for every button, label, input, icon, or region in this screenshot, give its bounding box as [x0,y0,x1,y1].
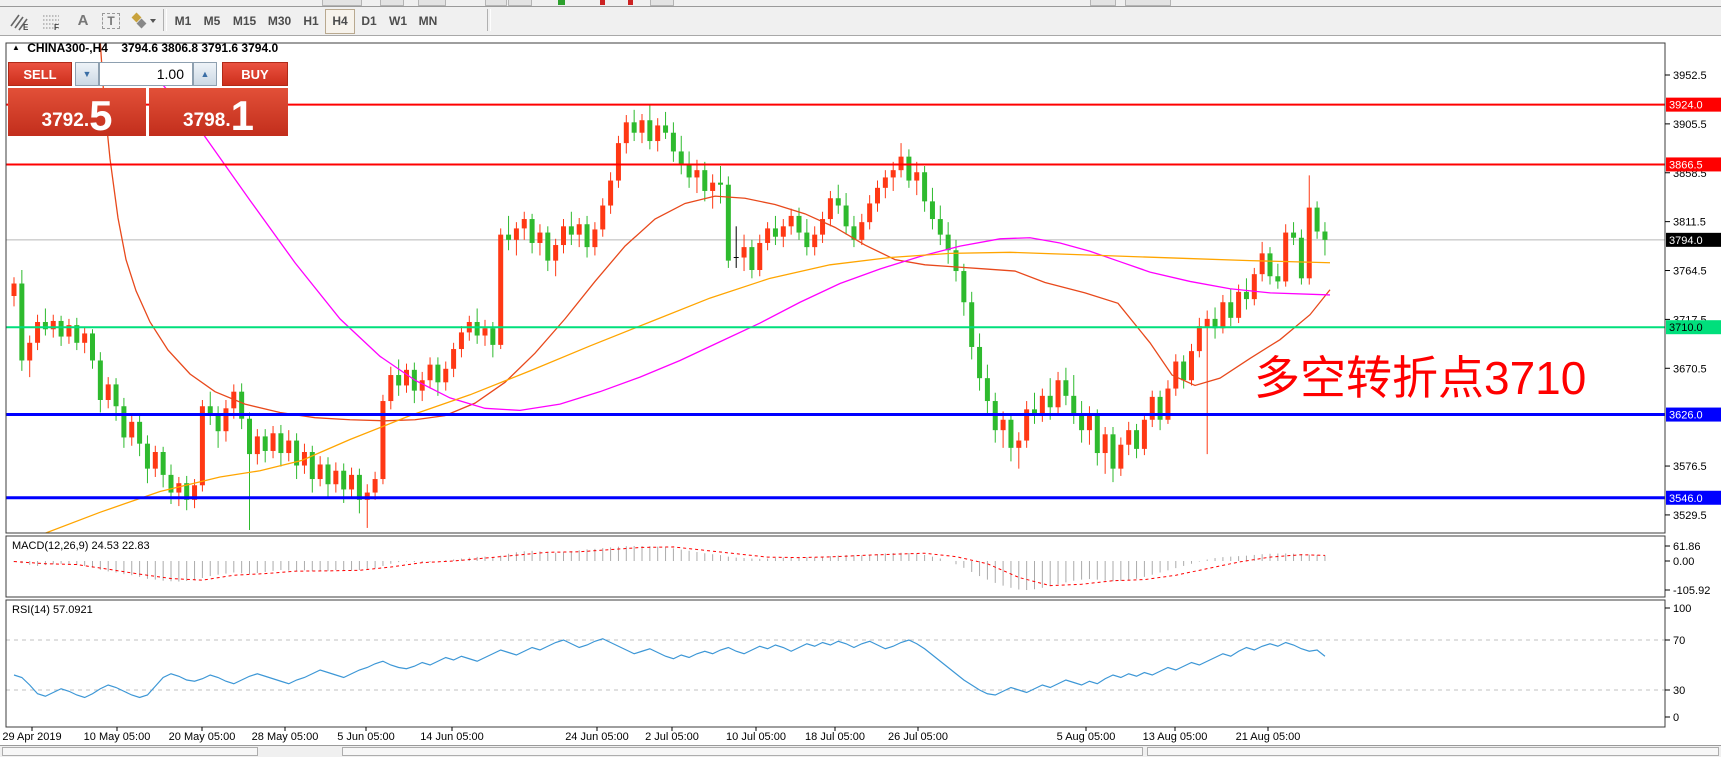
chart-symbol: CHINA300-,H4 [27,41,108,55]
time-tick-label: 2 Jul 05:00 [645,731,699,743]
price-tick-label: 3764.5 [1673,266,1707,278]
volume-increase-button[interactable]: ▲ [193,62,217,86]
time-tick-label: 28 May 05:00 [252,731,319,743]
time-tick-label: 29 Apr 2019 [2,731,61,743]
price-tick-label: 3576.5 [1673,461,1707,473]
macd-tick-label: 0.00 [1673,556,1694,568]
one-click-trading-panel: SELL ▼ 1.00 ▲ BUY 3792. 5 3798. 1 [8,62,288,86]
buy-price-display[interactable]: 3798. 1 [149,88,288,136]
volume-decrease-button[interactable]: ▼ [75,62,99,86]
price-badge-label: 3546.0 [1669,493,1703,505]
status-bar [0,745,1721,757]
macd-tick-label: 61.86 [1673,541,1701,553]
rsi-tick-label: 70 [1673,635,1685,647]
sell-price-main: 3792. [42,111,90,130]
rsi-tick-label: 0 [1673,712,1679,724]
time-tick-label: 20 May 05:00 [169,731,236,743]
price-badge-label: 3866.5 [1669,159,1703,171]
buy-price-pips: 1 [231,99,254,133]
price-tick-label: 3811.5 [1673,217,1706,229]
price-badge-label: 3794.0 [1669,235,1703,247]
rsi-tick-label: 30 [1673,685,1685,697]
status-bar-segment [342,747,1143,756]
time-tick-label: 26 Jul 05:00 [888,731,948,743]
collapse-chart-arrow[interactable]: ▲ [12,43,20,52]
price-badge-label: 3924.0 [1669,100,1703,112]
price-badge-label: 3710.0 [1669,322,1703,334]
buy-button[interactable]: BUY [222,62,288,86]
mt4-window: E F A T M1 M5 M15 [0,0,1721,757]
rsi-tick-label: 100 [1673,603,1691,615]
time-tick-label: 18 Jul 05:00 [805,731,865,743]
status-bar-segment [2,747,258,756]
time-tick-label: 24 Jun 05:00 [565,731,629,743]
buy-price-main: 3798. [183,111,231,130]
time-tick-label: 5 Aug 05:00 [1057,731,1116,743]
chart-ohlc-values: 3794.6 3806.8 3791.6 3794.0 [121,41,278,55]
time-tick-label: 10 May 05:00 [84,731,151,743]
status-bar-segment [1147,747,1719,756]
macd-tick-label: -105.92 [1673,585,1710,597]
time-tick-label: 14 Jun 05:00 [420,731,484,743]
price-tick-label: 3670.5 [1673,363,1707,375]
time-tick-label: 5 Jun 05:00 [337,731,395,743]
time-tick-label: 10 Jul 05:00 [726,731,786,743]
price-tick-label: 3905.5 [1673,119,1707,131]
time-tick-label: 21 Aug 05:00 [1236,731,1301,743]
price-badge-label: 3626.0 [1669,410,1703,422]
volume-input[interactable]: 1.00 [99,62,193,86]
macd-indicator-label: MACD(12,26,9) 24.53 22.83 [12,540,150,552]
chart-text-annotation: 多空转折点3710 [1254,342,1586,408]
sell-price-pips: 5 [89,99,112,133]
time-tick-label: 13 Aug 05:00 [1143,731,1208,743]
sell-price-display[interactable]: 3792. 5 [8,88,146,136]
rsi-indicator-label: RSI(14) 57.0921 [12,604,93,616]
price-tick-label: 3529.5 [1673,510,1707,522]
price-tick-label: 3952.5 [1673,70,1707,82]
chart-title: ▲ CHINA300-,H4 3794.6 3806.8 3791.6 3794… [12,41,278,55]
sell-button[interactable]: SELL [8,62,72,86]
